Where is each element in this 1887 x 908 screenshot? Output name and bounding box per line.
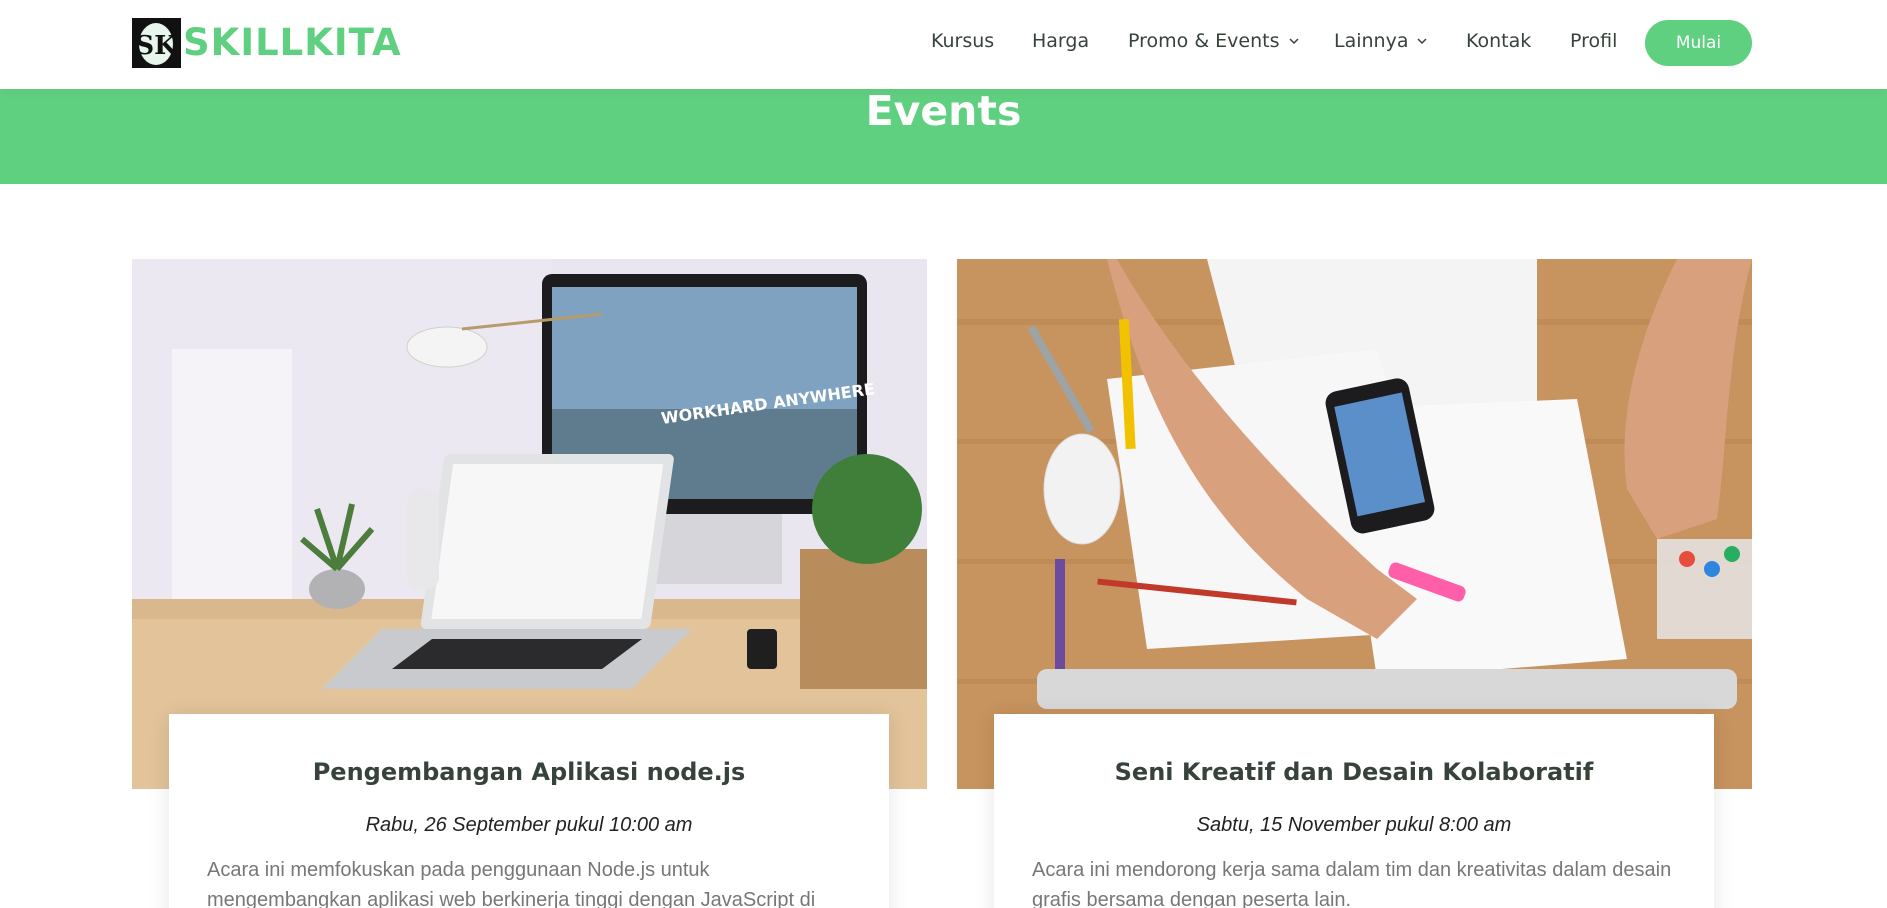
nav-item-harga[interactable]: Harga xyxy=(1032,30,1089,52)
page-title: Events xyxy=(865,87,1022,135)
event-title[interactable]: Seni Kreatif dan Desain Kolaboratif xyxy=(994,758,1714,786)
nav-label: Kontak xyxy=(1466,30,1532,52)
page-banner: Events xyxy=(0,89,1887,184)
chevron-down-icon xyxy=(1417,38,1428,45)
event-card: Seni Kreatif dan Desain Kolaboratif Sabt… xyxy=(994,714,1714,908)
nav-label: Profil xyxy=(1570,30,1618,52)
event-title[interactable]: Pengembangan Aplikasi node.js xyxy=(169,758,889,786)
event-description: Acara ini mendorong kerja sama dalam tim… xyxy=(1032,859,1672,908)
nav-label: Promo & Events xyxy=(1128,30,1280,52)
mulai-button[interactable]: Mulai xyxy=(1645,20,1752,66)
nav-item-profil[interactable]: Profil xyxy=(1570,30,1617,52)
nav-item-kursus[interactable]: Kursus xyxy=(931,30,994,52)
event-image-workspace[interactable]: WORKHARD ANYWHERE xyxy=(132,259,927,789)
chevron-down-icon xyxy=(1288,38,1299,45)
main-nav: Kursus Harga Promo & Events Lainnya Kont… xyxy=(0,0,1887,89)
event-date: Sabtu, 15 November pukul 8:00 am xyxy=(1196,814,1512,836)
event-date: Rabu, 26 September pukul 10:00 am xyxy=(365,814,693,836)
nav-item-kontak[interactable]: Kontak xyxy=(1466,30,1531,52)
event-card: Pengembangan Aplikasi node.js Rabu, 26 S… xyxy=(169,714,889,908)
event-description: Acara ini memfokuskan pada penggunaan No… xyxy=(207,859,816,908)
nav-item-lainnya[interactable]: Lainnya xyxy=(1334,30,1428,52)
nav-label: Harga xyxy=(1032,30,1090,52)
nav-label: Kursus xyxy=(931,30,995,52)
event-image-design-desk[interactable] xyxy=(957,259,1752,789)
nav-label: Lainnya xyxy=(1334,30,1409,52)
nav-item-promo-events[interactable]: Promo & Events xyxy=(1128,30,1300,52)
site-header: SK SKILLKITA Kursus Harga Promo & Events… xyxy=(0,0,1887,89)
